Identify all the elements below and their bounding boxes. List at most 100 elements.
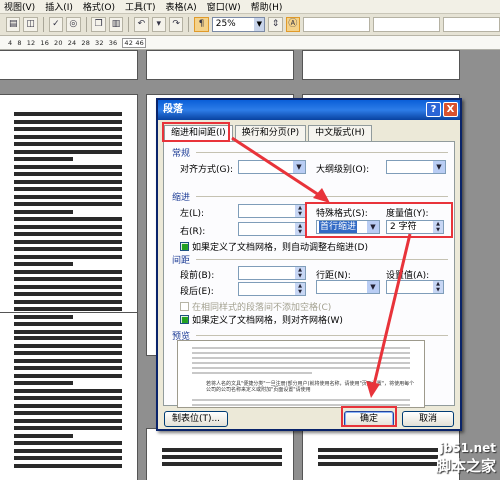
page-text-line <box>14 299 122 304</box>
help-button[interactable]: ? <box>426 102 441 117</box>
preview-line <box>192 372 312 374</box>
preview-line <box>192 404 410 406</box>
font-size-combo[interactable] <box>442 17 500 32</box>
page-text-line <box>14 164 122 169</box>
menu-format[interactable]: 格式(O) <box>83 0 115 13</box>
menu-help[interactable]: 帮助(H) <box>251 0 283 13</box>
menu-window[interactable]: 窗口(W) <box>207 0 241 13</box>
dialog-titlebar[interactable]: 段落 <box>158 100 460 120</box>
page-text-line <box>14 232 122 236</box>
paste-icon[interactable]: ▥ <box>108 17 124 32</box>
preview-line <box>192 357 410 359</box>
page-text-line <box>14 396 122 400</box>
auto-adjust-right-indent-checkbox[interactable]: ■ 如果定义了文档网格，则自动调整右缩进(D) <box>180 240 368 253</box>
right-indent-spinner[interactable]: ▲ ▼ <box>238 222 306 236</box>
align-select[interactable]: ▼ <box>238 160 306 174</box>
reading-mode-icon[interactable]: Ⓐ <box>285 17 301 32</box>
measure-value: 2 字符 <box>390 222 417 232</box>
page-text-line <box>14 142 122 146</box>
research-icon[interactable]: ◎ <box>66 17 81 32</box>
ruler-indent-marker: 42 46 <box>122 37 146 48</box>
page-text-line <box>318 455 438 459</box>
special-format-value: 首行缩进 <box>319 221 358 233</box>
snap-to-grid-checkbox[interactable]: ■ 如果定义了文档网格，则对齐网格(W) <box>180 313 343 326</box>
page-text-line <box>14 336 122 340</box>
tab-asian-typography[interactable]: 中文版式(H) <box>308 125 372 141</box>
divider <box>196 259 448 260</box>
page-text-line <box>14 277 122 281</box>
tab-line-page-breaks[interactable]: 换行和分页(P) <box>234 125 307 141</box>
style-combo[interactable] <box>303 17 370 32</box>
page-text-line <box>14 262 74 266</box>
page-text-line <box>14 112 122 116</box>
undo-dropdown-icon[interactable]: ▾ <box>151 17 166 32</box>
tabs-button[interactable]: 制表位(T)... <box>164 411 228 427</box>
toolbar: ▤ ◫ ✓ ◎ ❐ ▥ ↶ ▾ ↷ ¶ 25% ▼ ⇕ Ⓐ <box>0 14 500 36</box>
page-text-line <box>162 448 282 452</box>
zoom-combo[interactable]: 25% ▼ <box>211 17 266 32</box>
tab-strip: 缩进和间距(I) 换行和分页(P) 中文版式(H) <box>164 125 374 142</box>
ruler-mark: 32 <box>95 38 104 47</box>
ruler-mark: 20 <box>54 38 63 47</box>
chevron-down-icon: ▼ <box>293 161 305 173</box>
page-thumbnail <box>146 428 294 480</box>
set-value-spinner[interactable]: ▲ ▼ <box>386 280 444 294</box>
page-text-line <box>14 433 74 438</box>
page-text-line <box>14 292 122 296</box>
page-thumbnail <box>302 50 460 80</box>
spelling-icon[interactable]: ✓ <box>48 17 64 32</box>
page-text-line <box>318 462 438 466</box>
measure-spinner[interactable]: 2 字符 ▲ ▼ <box>386 220 444 234</box>
redo-icon[interactable]: ↷ <box>168 17 184 32</box>
menu-view[interactable]: 视图(V) <box>4 0 35 13</box>
toolbar-separator <box>188 17 190 32</box>
align-label: 对齐方式(G): <box>180 165 234 175</box>
space-before-spinner[interactable]: ▲ ▼ <box>238 266 306 280</box>
close-button[interactable]: X <box>443 102 458 117</box>
preview-box: 若将人名的文具"便捷分类"一旦注册(部分用户)就将使用名称，请使用"页面设置"，… <box>177 340 425 408</box>
checkbox-checked-icon: ■ <box>180 242 189 251</box>
checkbox-label: 如果定义了文档网格，则自动调整右缩进(D) <box>192 243 368 253</box>
page-text-line <box>14 411 122 415</box>
zoom-spin-icon[interactable]: ⇕ <box>268 17 283 32</box>
preview-line <box>192 399 410 401</box>
spin-arrows-icon: ▲ ▼ <box>433 281 443 293</box>
chevron-down-icon: ▼ <box>367 281 379 293</box>
print-preview-icon[interactable]: ◫ <box>23 17 38 32</box>
outline-select[interactable]: ▼ <box>386 160 446 174</box>
space-after-spinner[interactable]: ▲ ▼ <box>238 282 306 296</box>
line-spacing-select[interactable]: ▼ <box>316 280 380 294</box>
spin-arrows-icon: ▲ ▼ <box>433 221 443 233</box>
paragraph-dialog: 段落 ? X 缩进和间距(I) 换行和分页(P) 中文版式(H) 常规 对齐方式… <box>156 98 462 431</box>
page-text-line <box>14 441 122 445</box>
left-indent-spinner[interactable]: ▲ ▼ <box>238 204 306 218</box>
page-text-line <box>14 366 122 370</box>
checkbox-label: 在相同样式的段落间不添加空格(C) <box>192 303 332 313</box>
toolbar-separator <box>128 17 130 32</box>
page-text-line <box>14 388 122 393</box>
left-indent-label: 左(L): <box>180 209 205 219</box>
ok-button[interactable]: 确定 <box>344 411 394 427</box>
spin-arrows-icon: ▲ ▼ <box>295 267 305 279</box>
no-space-same-style-checkbox[interactable]: 在相同样式的段落间不添加空格(C) <box>180 300 331 313</box>
font-combo[interactable] <box>372 17 440 32</box>
ruler-mark: 16 <box>40 38 50 47</box>
undo-icon[interactable]: ↶ <box>134 17 149 32</box>
ruler-mark: 36 <box>108 38 118 47</box>
tab-indent-spacing[interactable]: 缩进和间距(I) <box>164 125 233 142</box>
page-text-line <box>14 254 122 259</box>
page-text-line <box>14 456 122 460</box>
show-hide-icon[interactable]: ¶ <box>194 17 209 32</box>
horizontal-ruler[interactable]: 4 8 12 16 20 24 28 32 36 42 46 <box>0 36 500 50</box>
print-icon[interactable]: ▤ <box>6 17 21 32</box>
cancel-button[interactable]: 取消 <box>402 411 454 427</box>
page-text-line <box>14 373 122 378</box>
menu-table[interactable]: 表格(A) <box>166 0 197 13</box>
ruler-mark: 28 <box>81 38 91 47</box>
page-text-line <box>14 463 122 468</box>
copy-icon[interactable]: ❐ <box>91 17 106 32</box>
special-format-select[interactable]: 首行缩进 ▼ <box>316 220 380 234</box>
menu-tools[interactable]: 工具(T) <box>125 0 156 13</box>
page-text-line <box>14 224 122 229</box>
menu-insert[interactable]: 插入(I) <box>45 0 73 13</box>
